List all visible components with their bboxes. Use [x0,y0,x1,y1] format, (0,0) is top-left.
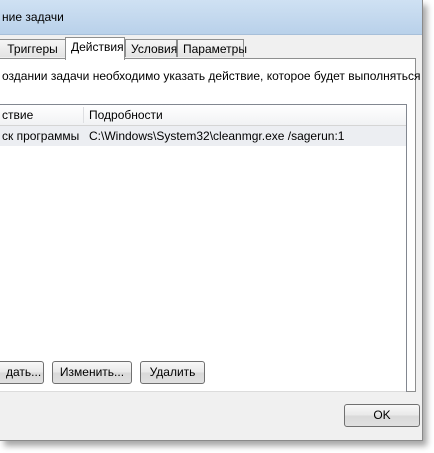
create-button[interactable]: дать... [0,361,44,384]
list-header: ствие Подробности [0,105,406,126]
tab-label: Параметры [183,42,247,56]
column-header-details[interactable]: Подробности [89,105,163,125]
title-bar[interactable]: ние задачи [0,0,422,35]
cell-action: ск программы [2,129,80,143]
actions-tab-panel: оздании задачи необходимо указать действ… [0,58,422,410]
dialog-footer: OK [0,392,422,440]
tab-label: Триггеры [7,42,58,56]
delete-button[interactable]: Удалить [140,361,205,384]
tab-label: Действия [71,40,124,54]
tab-strip: Триггеры Действия Условия Параметры [0,37,422,60]
tab-triggers[interactable]: Триггеры [0,39,66,57]
column-header-action[interactable]: ствие [2,105,33,125]
actions-description: оздании задачи необходимо указать действ… [2,69,422,83]
cell-details: C:\Windows\System32\cleanmgr.exe /sageru… [89,129,345,143]
task-properties-dialog: ние задачи Триггеры Действия Условия Пар… [0,0,423,441]
window-title: ние задачи [2,10,64,24]
column-separator[interactable] [83,107,84,123]
table-row[interactable]: ск программы C:\Windows\System32\cleanmg… [0,126,406,146]
tab-actions[interactable]: Действия [65,37,125,60]
tab-label: Условия [131,42,178,56]
edit-button[interactable]: Изменить... [52,361,132,384]
ok-button[interactable]: OK [344,404,420,427]
tab-settings[interactable]: Параметры [177,39,247,57]
tab-conditions[interactable]: Условия [125,39,177,57]
